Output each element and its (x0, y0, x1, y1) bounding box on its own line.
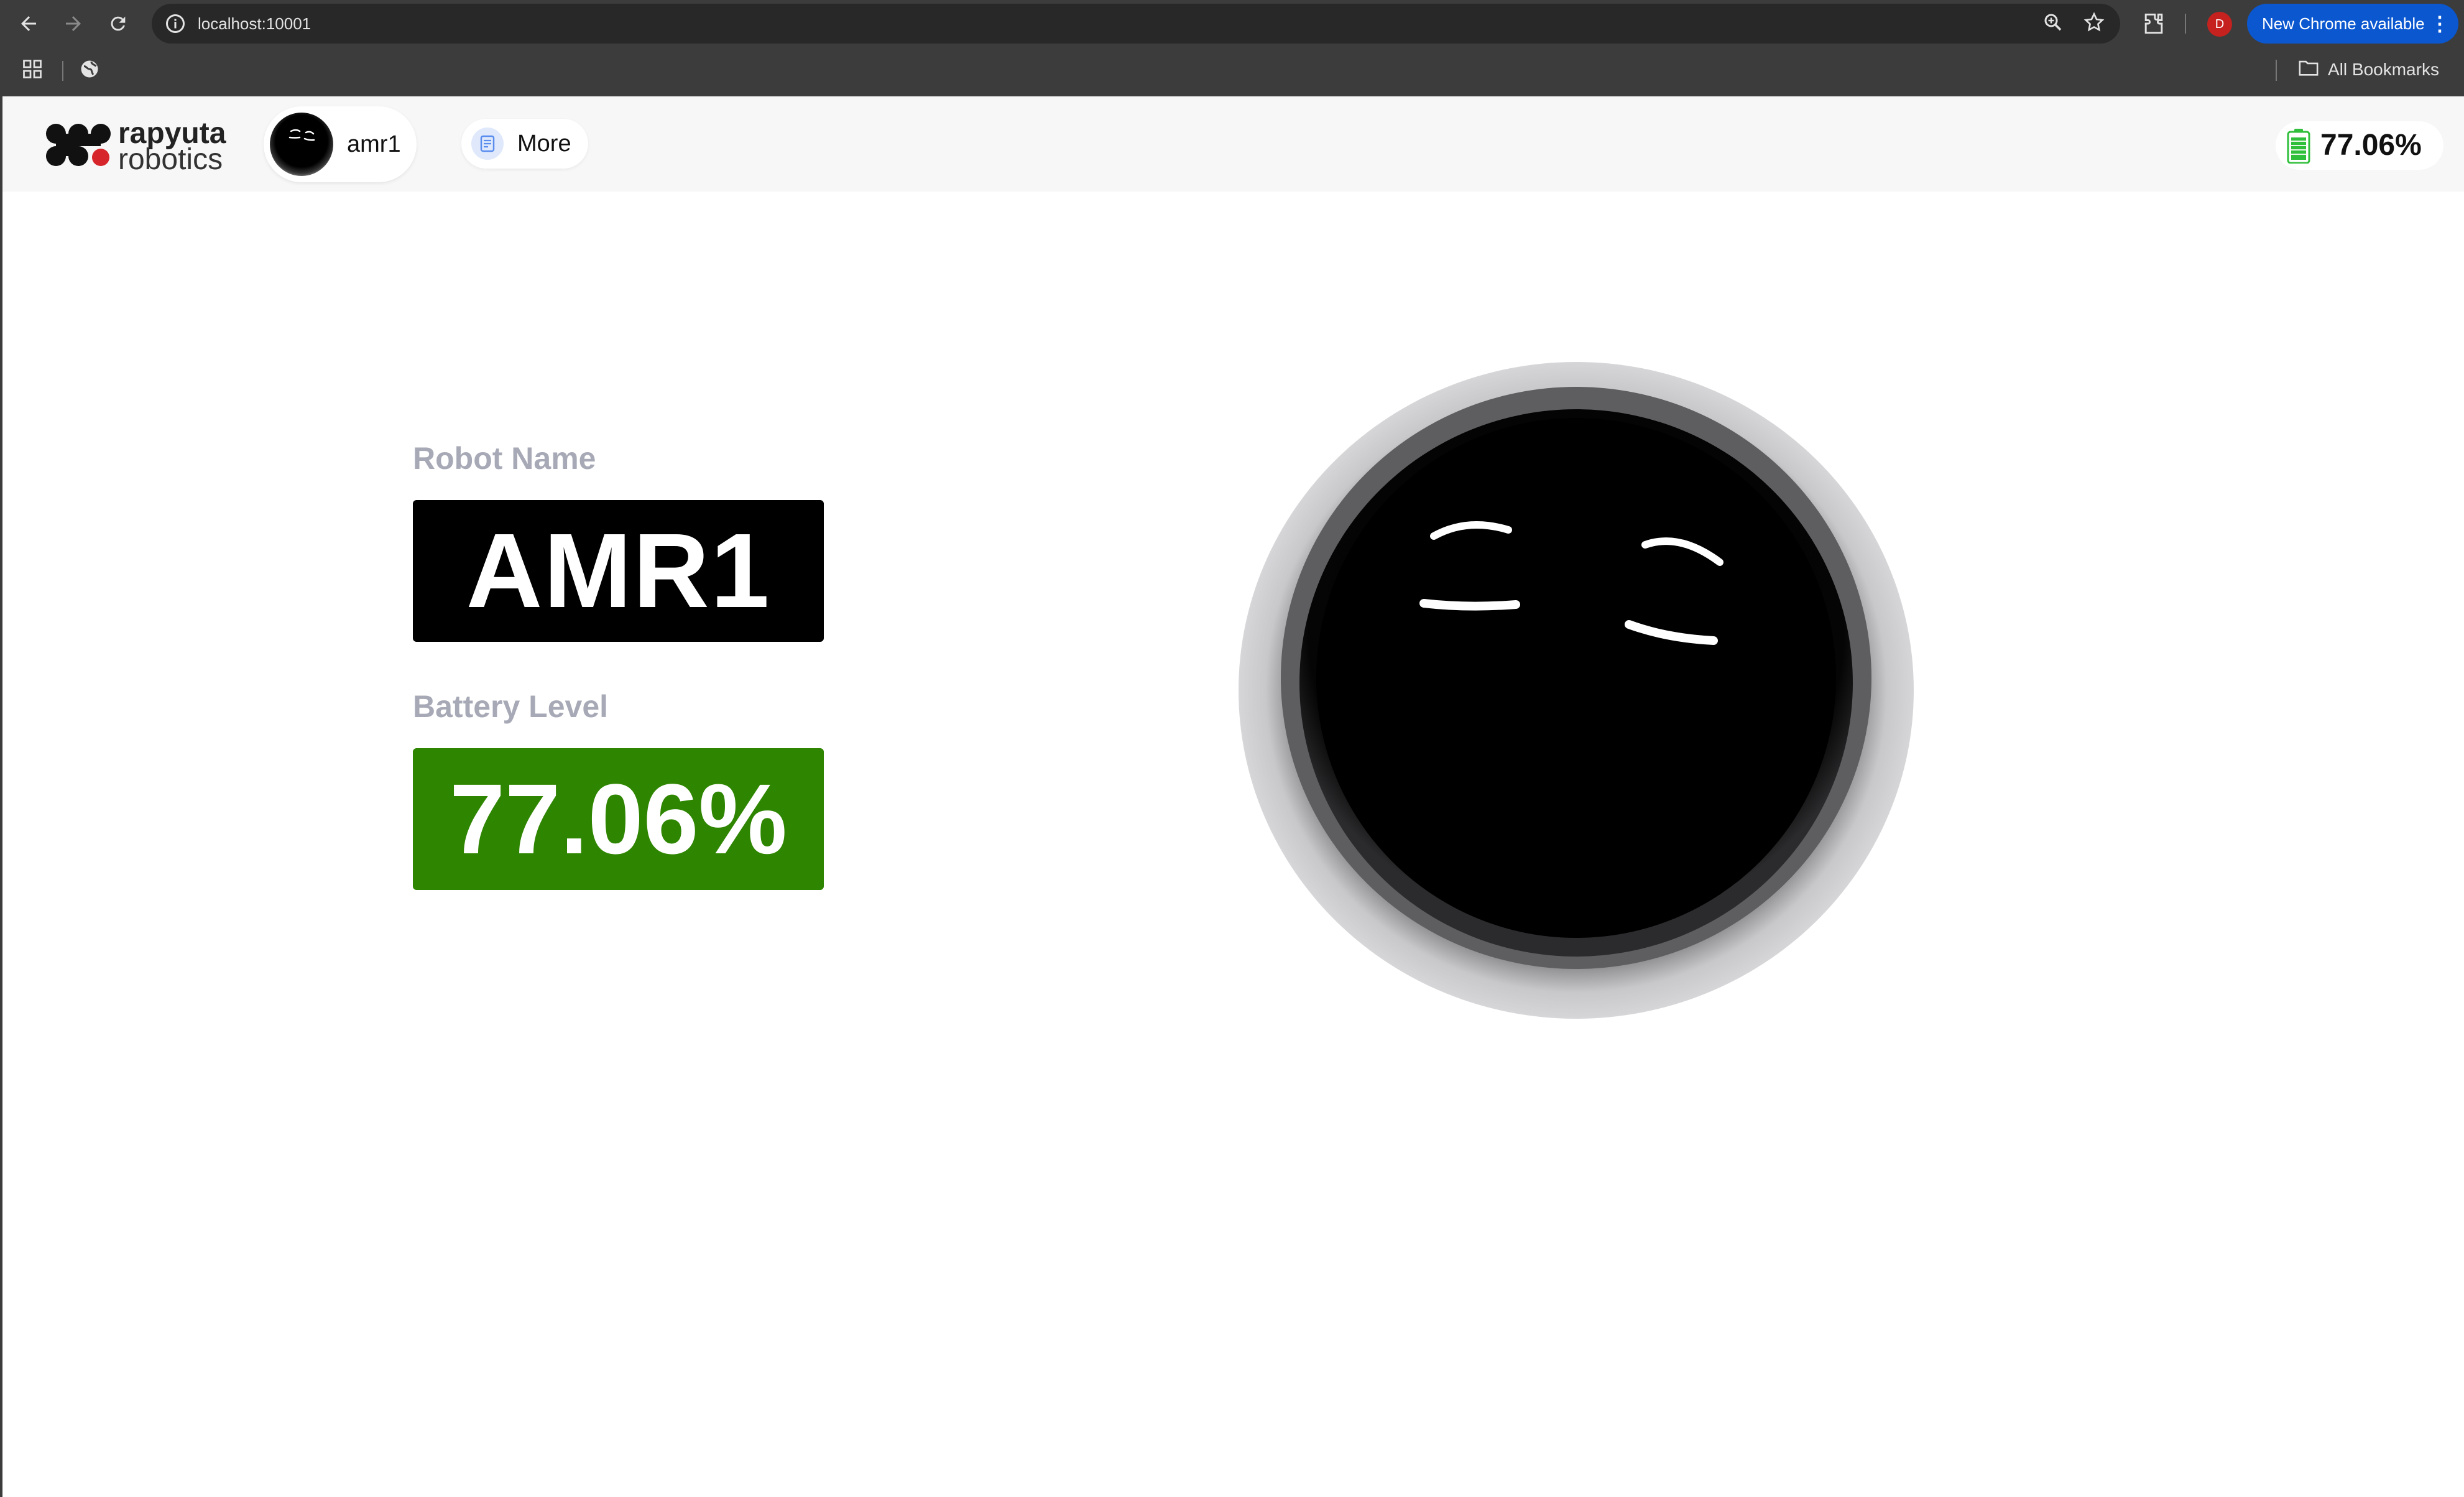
bookmarks-bar (0, 47, 2464, 96)
browser-toolbar: localhost:10001 D New Chrome available ⋮ (0, 0, 2464, 47)
robot-selector[interactable]: amr1 (264, 106, 417, 182)
robot-face-icon (1239, 362, 1914, 1019)
back-arrow-icon[interactable] (14, 9, 44, 39)
bookmarks-separator (2276, 60, 2277, 81)
reload-icon[interactable] (103, 9, 133, 39)
app-header: rapyuta robotics amr1 More 77.06% (0, 96, 2464, 192)
document-icon (471, 127, 504, 160)
rapyuta-logo[interactable]: rapyuta robotics (44, 117, 242, 176)
all-bookmarks-button[interactable]: All Bookmarks (2298, 55, 2439, 85)
robot-avatar (270, 113, 333, 176)
more-label: More (517, 131, 571, 157)
robot-selector-label: amr1 (347, 131, 401, 157)
bookmarks-divider (62, 61, 63, 81)
site-info-icon[interactable] (164, 12, 187, 35)
robot-face-mini-icon (288, 129, 315, 141)
battery-icon (2287, 129, 2310, 167)
profile-avatar[interactable]: D (2207, 12, 2232, 37)
address-bar[interactable]: localhost:10001 (152, 4, 2120, 44)
menu-dots-icon[interactable]: ⋮ (2430, 4, 2450, 44)
all-bookmarks-label: All Bookmarks (2328, 60, 2439, 79)
robot-name-value: AMR1 (413, 500, 824, 642)
forward-arrow-icon[interactable] (58, 9, 88, 39)
toolbar-divider (2185, 14, 2186, 34)
more-button[interactable]: More (461, 119, 588, 169)
zoom-icon[interactable] (2042, 11, 2067, 36)
header-battery-indicator: 77.06% (2276, 121, 2443, 170)
header-battery-text: 77.06% (2320, 129, 2422, 162)
globe-icon[interactable] (78, 58, 106, 85)
battery-level-label: Battery Level (413, 689, 609, 724)
robot-name-label: Robot Name (413, 441, 596, 476)
star-icon[interactable] (2083, 11, 2108, 36)
url-text[interactable]: localhost:10001 (198, 4, 311, 44)
battery-level-value: 77.06% (413, 748, 824, 890)
update-chrome-button[interactable]: New Chrome available ⋮ (2247, 4, 2458, 44)
window-edge (0, 96, 2, 1497)
update-chrome-label: New Chrome available (2262, 14, 2425, 33)
extensions-icon[interactable] (2140, 10, 2167, 37)
folder-icon (2298, 58, 2319, 81)
apps-grid-icon[interactable] (21, 58, 48, 85)
logo-text-robotics: robotics (118, 143, 223, 176)
logo-mark-icon (46, 124, 111, 166)
